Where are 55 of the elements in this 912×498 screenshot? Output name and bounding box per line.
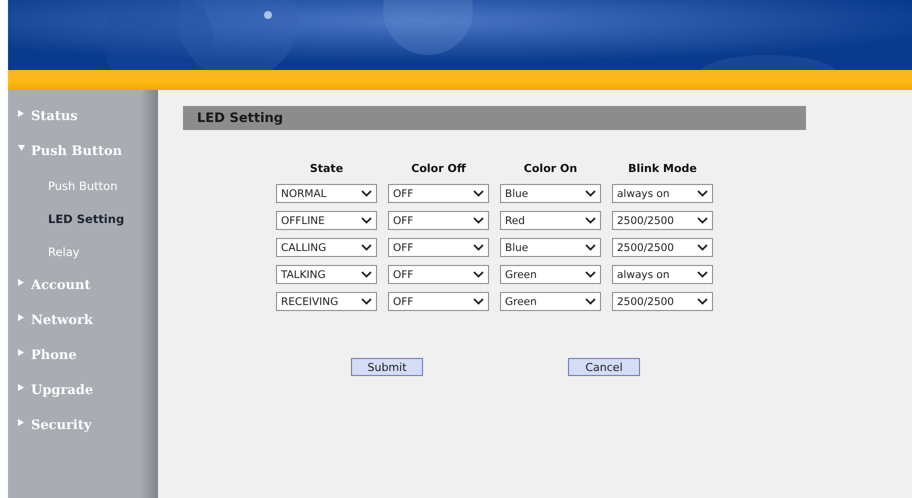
chevron-down-icon	[697, 217, 708, 224]
caret-right-icon	[18, 314, 25, 321]
chevron-down-icon	[473, 271, 484, 278]
submit-button[interactable]: Submit	[351, 358, 423, 376]
chevron-down-icon	[697, 271, 708, 278]
dropdown[interactable]: Green	[500, 265, 601, 284]
dropdown[interactable]: RECEIVING	[276, 292, 377, 311]
chevron-down-icon	[697, 190, 708, 197]
dropdown[interactable]: OFF	[388, 292, 489, 311]
caret-right-icon	[18, 110, 25, 117]
dropdown[interactable]: OFF	[388, 265, 489, 284]
chevron-down-icon	[585, 217, 596, 224]
dropdown[interactable]: Green	[500, 292, 601, 311]
chevron-down-icon	[473, 217, 484, 224]
dropdown[interactable]: Blue	[500, 184, 601, 203]
dropdown[interactable]: 2500/2500	[612, 238, 713, 257]
caret-right-icon	[18, 349, 25, 356]
dropdown[interactable]: 2500/2500	[612, 292, 713, 311]
dropdown[interactable]: Blue	[500, 238, 601, 257]
column-header: Color On	[522, 162, 578, 176]
chevron-down-icon	[361, 244, 372, 251]
cancel-button[interactable]: Cancel	[568, 358, 640, 376]
chevron-down-icon	[585, 244, 596, 251]
dropdown[interactable]: OFF	[388, 184, 489, 203]
caret-right-icon	[18, 279, 25, 286]
caret-right-icon	[18, 419, 25, 426]
column-header: Color Off	[410, 162, 467, 176]
dropdown[interactable]: OFF	[388, 238, 489, 257]
section-title: LED Setting	[197, 110, 284, 126]
chevron-down-icon	[697, 244, 708, 251]
dropdown[interactable]: TALKING	[276, 265, 377, 284]
chevron-down-icon	[585, 190, 596, 197]
chevron-down-icon	[361, 271, 372, 278]
dropdown[interactable]: OFF	[388, 211, 489, 230]
chevron-down-icon	[585, 271, 596, 278]
dropdown[interactable]: always on	[612, 184, 713, 203]
chevron-down-icon	[361, 298, 372, 305]
column-header: State	[308, 162, 344, 176]
dropdown[interactable]: Red	[500, 211, 601, 230]
chevron-down-icon	[585, 298, 596, 305]
chevron-down-icon	[697, 298, 708, 305]
chevron-down-icon	[473, 244, 484, 251]
dropdown[interactable]: 2500/2500	[612, 211, 713, 230]
dropdown[interactable]: CALLING	[276, 238, 377, 257]
dropdown[interactable]: NORMAL	[276, 184, 377, 203]
chevron-down-icon	[361, 217, 372, 224]
chevron-down-icon	[473, 190, 484, 197]
dropdown[interactable]: always on	[612, 265, 713, 284]
caret-down-icon	[18, 145, 25, 152]
caret-right-icon	[18, 384, 25, 391]
dropdown[interactable]: OFFLINE	[276, 211, 377, 230]
column-header: Blink Mode	[627, 162, 698, 176]
chevron-down-icon	[473, 298, 484, 305]
nav-subitem[interactable]: LED Setting	[8, 202, 158, 235]
chevron-down-icon	[361, 190, 372, 197]
